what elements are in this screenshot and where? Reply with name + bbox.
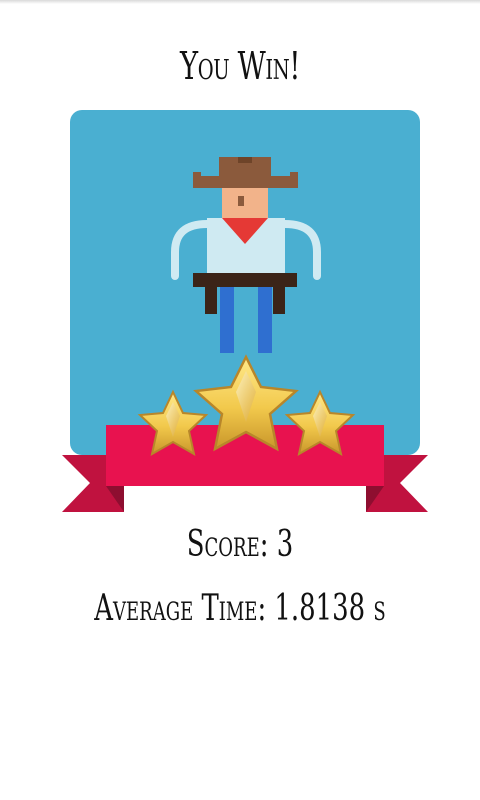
average-time-label: Average Time: 1.8138 s [94,588,386,629]
win-screen: You Win! Score: 3 Average Time: 1.8138 s [0,0,480,800]
victory-badge [62,110,428,512]
score-label: Score: 3 [186,524,294,565]
